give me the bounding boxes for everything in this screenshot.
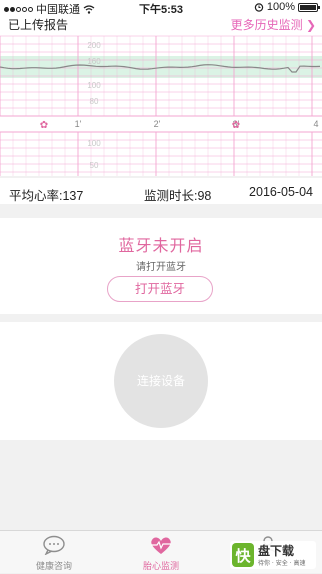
chat-icon bbox=[43, 535, 65, 556]
watermark-slogan: 待你 · 安全 · 高速 bbox=[258, 559, 305, 567]
avg-heart-rate: 平均心率:137 bbox=[9, 189, 84, 203]
watermark-name: 盘下载 bbox=[258, 543, 294, 558]
time-tick-label: 4 bbox=[313, 119, 318, 129]
stats-row: 平均心率:137 监测时长:98 2016-05-04 bbox=[0, 178, 322, 204]
fetal-heart-chart[interactable]: 200 160 100 80 100 50 1' 2' 3' 4 ✿ ✿ bbox=[0, 34, 322, 176]
history-link[interactable]: 更多历史监测 ❯ bbox=[231, 16, 316, 33]
alarm-icon bbox=[254, 3, 264, 12]
ctg-graph: 20016010080100501' 2' 3' 4✿ ✿ bbox=[0, 35, 322, 176]
watermark-logo: 快 盘下载 待你 · 安全 · 高速 bbox=[232, 543, 305, 567]
tab-health-consult[interactable]: 健康咨询 bbox=[14, 535, 94, 572]
bluetooth-status-title: 蓝牙未开启 bbox=[118, 238, 204, 255]
device-panel: 连接设备 bbox=[0, 322, 322, 440]
tab-fetal-monitor[interactable]: 胎心监测 bbox=[121, 535, 201, 572]
time-tick-label: 1' bbox=[75, 119, 82, 129]
scale-label: 80 bbox=[90, 97, 99, 106]
connect-device-button[interactable]: 连接设备 bbox=[114, 334, 208, 428]
open-bluetooth-button[interactable]: 打开蓝牙 bbox=[107, 276, 213, 302]
top-bar: 已上传报告 更多历史监测 ❯ bbox=[0, 14, 322, 36]
tab-label: 胎心监测 bbox=[142, 561, 179, 571]
scale-label: 100 bbox=[87, 139, 101, 148]
scale-label: 200 bbox=[87, 41, 101, 50]
scale-label: 50 bbox=[90, 161, 99, 170]
bluetooth-panel: 蓝牙未开启 请打开蓝牙 打开蓝牙 bbox=[0, 218, 322, 314]
bluetooth-hint: 请打开蓝牙 bbox=[136, 262, 186, 273]
monitor-duration: 监测时长:98 bbox=[144, 189, 212, 203]
chevron-right-icon: ❯ bbox=[305, 18, 316, 32]
battery-percent: 100% bbox=[266, 1, 295, 13]
time-tick-label: 2' bbox=[154, 119, 161, 129]
scale-label: 100 bbox=[87, 81, 101, 90]
record-date: 2016-05-04 bbox=[249, 185, 313, 199]
fetal-movement-icon: ✿ bbox=[232, 120, 240, 131]
watermark-char: 快 bbox=[235, 547, 251, 565]
download-watermark: 快 盘下载 待你 · 安全 · 高速 bbox=[230, 541, 316, 569]
uploaded-report-link[interactable]: 已上传报告 bbox=[8, 16, 68, 33]
heart-monitor-icon bbox=[151, 537, 171, 554]
tab-bar: 健康咨询 胎心监测 快 盘下载 待你 · 安全 · 高速 bbox=[0, 530, 322, 573]
fetal-movement-icon: ✿ bbox=[40, 120, 48, 131]
scale-label: 160 bbox=[87, 57, 101, 66]
battery-icon bbox=[298, 2, 320, 12]
tab-label: 健康咨询 bbox=[35, 561, 72, 571]
